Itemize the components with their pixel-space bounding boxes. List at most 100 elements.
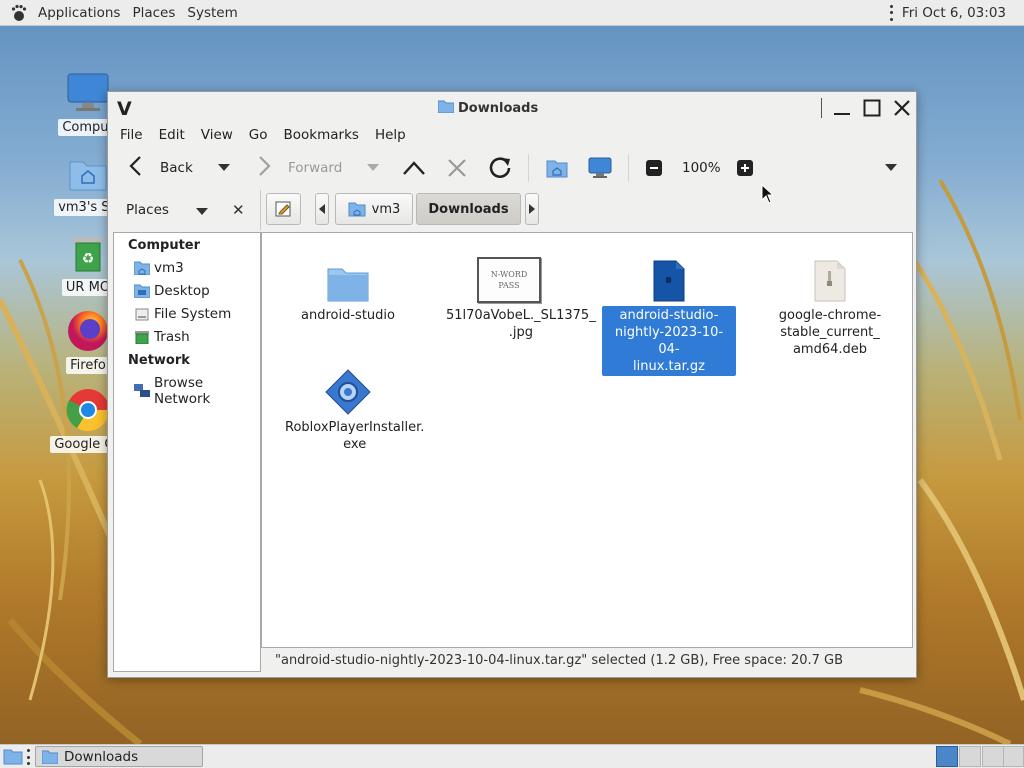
breadcrumb-vm3[interactable]: vm3 [335, 193, 413, 225]
edit-pencil-icon [275, 201, 290, 217]
clock[interactable]: Fri Oct 6, 03:03 [902, 5, 1006, 21]
chevron-left-icon [319, 204, 325, 214]
sidebar-item-trash[interactable]: Trash [134, 329, 190, 345]
toolbar-overflow-dropdown[interactable] [885, 146, 897, 190]
computer-button[interactable] [588, 146, 612, 190]
system-menu[interactable]: System [183, 5, 245, 21]
titlebar[interactable]: V Downloads [108, 92, 916, 124]
package-icon [763, 245, 897, 303]
sidebar-heading-network: Network [128, 353, 190, 368]
forward-history-dropdown[interactable] [367, 146, 379, 190]
menu-bookmarks[interactable]: Bookmarks [276, 127, 367, 143]
zoom-out-button[interactable] [646, 146, 662, 190]
maximize-button[interactable] [860, 96, 884, 120]
sidebar-heading-computer: Computer [128, 238, 201, 253]
menu-edit[interactable]: Edit [151, 127, 193, 143]
places-menu[interactable]: Places [128, 5, 183, 21]
panel-handle-icon[interactable] [889, 4, 894, 21]
breadcrumb-scroll-right[interactable] [525, 193, 539, 225]
home-button[interactable] [546, 146, 568, 190]
places-sidebar: Computer vm3 Desktop File System Trash N… [113, 232, 261, 672]
svg-text:♻: ♻ [82, 251, 95, 267]
chevron-down-icon [218, 164, 230, 171]
close-button[interactable] [890, 96, 914, 120]
home-folder-icon [134, 260, 150, 276]
file-item-android-studio[interactable]: android-studio [281, 245, 415, 325]
workspace-1[interactable] [936, 746, 958, 767]
chrome-icon [65, 387, 111, 433]
file-manager-window: V Downloads File Edit View Go Bookmarks … [107, 91, 917, 678]
status-bar: "android-studio-nightly-2023-10-04-linux… [275, 653, 844, 668]
breadcrumb-downloads[interactable]: Downloads [416, 193, 521, 225]
image-thumbnail: N-WORD PASS [442, 245, 576, 303]
sidebar-mode-dropdown[interactable] [196, 205, 208, 220]
file-item-chrome-deb[interactable]: google-chrome- stable_current_ amd64.deb [763, 245, 897, 359]
home-folder-icon [65, 150, 111, 196]
toolbar: Back Forward 100% [108, 146, 916, 190]
file-name: android-studio- nightly-2023-10-04- linu… [602, 306, 736, 376]
chevron-down-icon [367, 164, 379, 171]
close-sidebar-button[interactable]: ✕ [232, 201, 245, 219]
window-menu-button[interactable]: V [117, 98, 132, 120]
trash-icon [134, 329, 150, 345]
arrow-right-icon [256, 155, 272, 181]
file-item-image-jpg[interactable]: N-WORD PASS 51l70aVobeL._SL1375_ .jpg [442, 245, 596, 342]
chevron-down-icon [196, 208, 208, 215]
forward-button[interactable]: Forward [256, 146, 342, 190]
workspace-2[interactable] [959, 746, 981, 767]
menu-help[interactable]: Help [367, 127, 414, 143]
reload-button[interactable] [488, 146, 514, 190]
gnome-foot-icon[interactable] [10, 4, 28, 22]
sidebar-item-desktop[interactable]: Desktop [134, 283, 210, 299]
sidebar-item-label: Browse Network [154, 375, 211, 407]
breadcrumb-label: vm3 [371, 201, 401, 217]
file-icon-view: android-studio N-WORD PASS 51l70aVobeL._… [261, 232, 913, 648]
breadcrumb-scroll-left[interactable] [315, 193, 329, 225]
breadcrumb-label: Downloads [428, 201, 509, 217]
minimize-button[interactable] [830, 96, 854, 120]
home-folder-icon [546, 160, 568, 178]
menu-file[interactable]: File [112, 127, 151, 143]
workspace-3[interactable] [982, 746, 1004, 767]
workspace-4[interactable] [1003, 746, 1024, 767]
desktop-icon-label: Firefo [66, 357, 110, 374]
file-item-android-studio-tar[interactable]: android-studio- nightly-2023-10-04- linu… [602, 245, 736, 376]
applications-menu[interactable]: Applications [34, 5, 128, 21]
folder-icon [437, 99, 455, 117]
desktop-folder-icon [134, 283, 150, 299]
drive-icon [134, 306, 150, 322]
menubar: File Edit View Go Bookmarks Help [108, 124, 916, 146]
plus-icon [737, 160, 753, 176]
chevron-right-icon [529, 204, 535, 214]
file-name: RobloxPlayerInstaller. exe [285, 420, 425, 452]
menu-view[interactable]: View [193, 127, 241, 143]
taskbar-button-downloads[interactable]: Downloads [35, 746, 203, 767]
zoom-in-button[interactable] [737, 146, 753, 190]
executable-gear-icon [281, 357, 415, 415]
sidebar-item-browse-network[interactable]: Browse Network [134, 375, 260, 407]
chevron-down-icon [885, 164, 897, 171]
sidebar-item-label: Desktop [154, 283, 210, 299]
sidebar-item-file-system[interactable]: File System [134, 306, 231, 322]
window-title: Downloads [437, 99, 538, 117]
forward-label: Forward [288, 160, 343, 176]
mouse-pointer-icon [761, 183, 775, 208]
back-button[interactable]: Back [128, 146, 193, 190]
folder-icon [42, 750, 58, 764]
trash-icon: ♻ [65, 230, 111, 276]
show-desktop-icon[interactable] [3, 748, 23, 768]
computer-icon [588, 157, 612, 178]
sidebar-item-vm3[interactable]: vm3 [134, 260, 184, 276]
panel-handle-icon[interactable] [27, 749, 31, 765]
stop-button[interactable] [447, 146, 467, 190]
bottom-panel: Downloads [0, 744, 1024, 768]
sidebar-mode-label[interactable]: Places [126, 202, 169, 218]
file-item-roblox-exe[interactable]: RobloxPlayerInstaller. exe [281, 357, 424, 454]
back-history-dropdown[interactable] [218, 146, 230, 190]
firefox-icon [65, 308, 111, 354]
up-button[interactable] [402, 146, 426, 190]
menu-go[interactable]: Go [241, 127, 276, 143]
arrow-left-icon [128, 155, 144, 181]
network-icon [134, 383, 150, 399]
toggle-location-entry-button[interactable] [266, 193, 301, 225]
